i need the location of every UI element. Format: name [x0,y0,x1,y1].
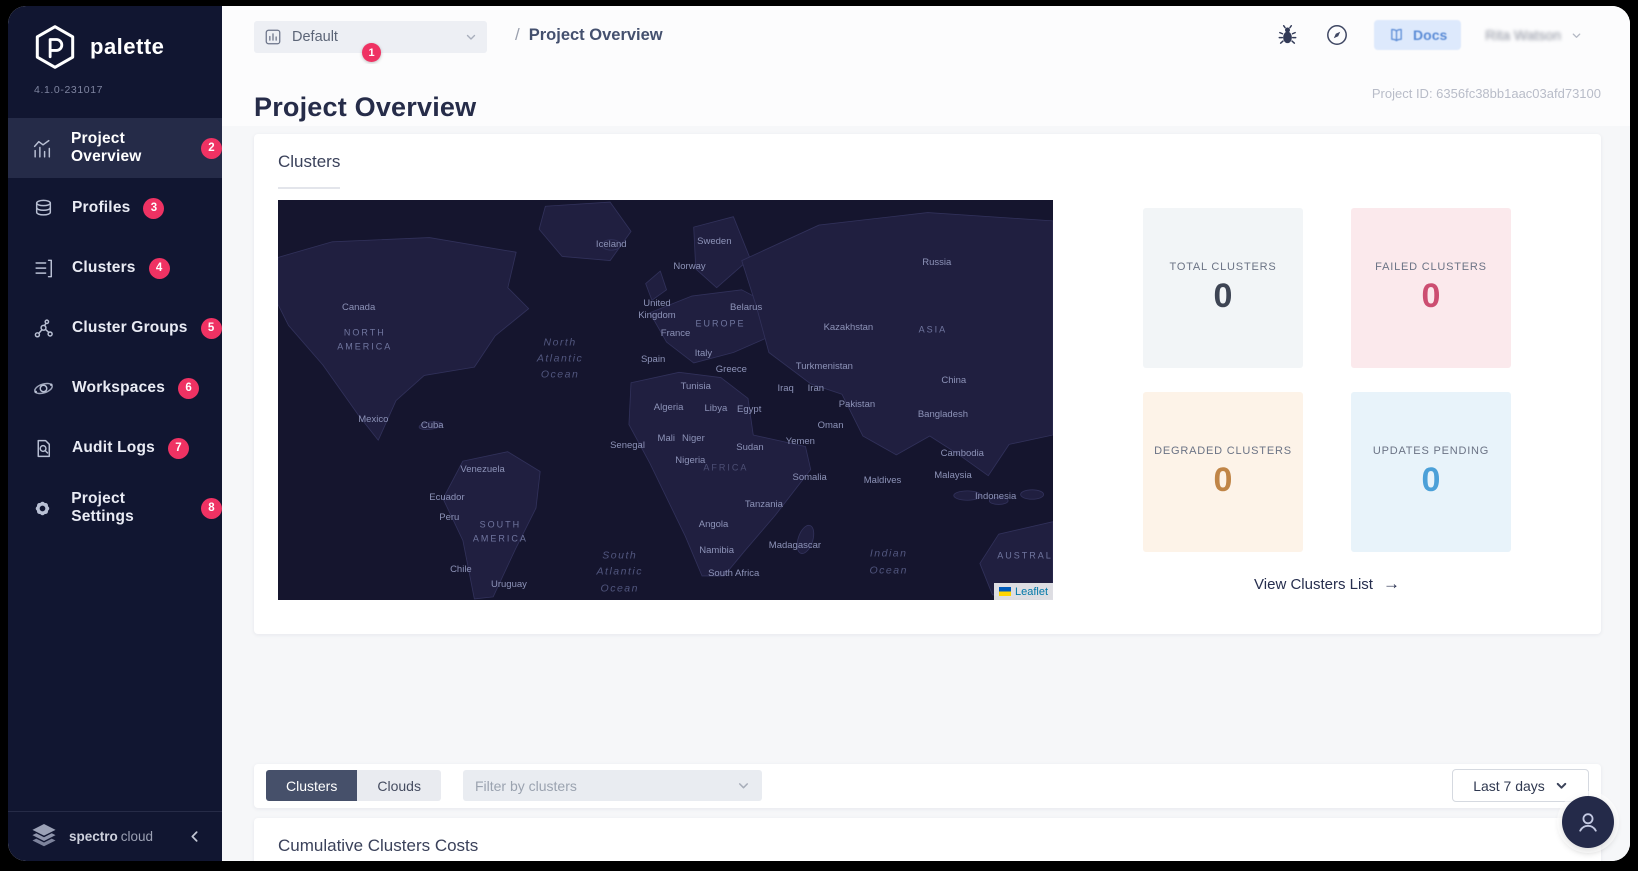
assistant-fab[interactable] [1562,796,1614,848]
count-badge: 2 [201,137,222,159]
sidebar-item-audit-logs[interactable]: Audit Logs 7 [8,418,222,478]
sidebar-collapse-button[interactable] [184,827,204,847]
view-tabs: Clusters Clouds [266,770,441,801]
cluster-stats-grid: TOTAL CLUSTERS 0 FAILED CLUSTERS 0 DEGRA… [1143,208,1511,552]
tab-clusters[interactable]: Clusters [266,770,358,801]
main-content: Default 1 / Project Overview Docs Rita W… [222,6,1630,861]
docs-button[interactable]: Docs [1374,20,1462,50]
stat-value: 0 [1213,276,1233,315]
world-map[interactable]: Iceland Sweden Norway Russia Canada United Ki… [278,200,1053,600]
sidebar-item-project-overview[interactable]: Project Overview 2 [8,118,222,178]
app-window: palette 4.1.0-231017 Project Overview 2 … [8,6,1630,861]
clusters-card: Clusters Iceland Sweden Norway Russia Ca… [254,134,1601,634]
world-map-svg [278,201,1053,600]
count-badge: 3 [143,197,165,219]
topbar: Default 1 / Project Overview Docs Rita W… [222,6,1630,65]
project-selector-value: Default [292,29,338,45]
report-bug-button[interactable] [1274,22,1300,48]
count-badge: 6 [178,377,200,399]
user-name: Rita Watson [1485,27,1561,43]
stat-value: 0 [1421,276,1441,315]
sidebar-menu: Project Overview 2 Profiles 3 Clusters 4… [8,118,222,538]
time-range-dropdown[interactable]: Last 7 days [1452,769,1589,802]
page-header: Project Overview Project ID: 6356fc38bb1… [222,64,1630,126]
book-icon [1391,28,1402,41]
chevron-down-icon [466,34,476,40]
sidebar-footer: spectro cloud [8,811,222,861]
page-title: Project Overview [254,92,477,123]
user-menu[interactable]: Rita Watson [1485,27,1582,43]
clusters-card-title: Clusters [278,152,341,171]
sidebar-item-cluster-groups[interactable]: Cluster Groups 5 [8,298,222,358]
project-id: Project ID: 6356fc38bb1aac03afd73100 [1371,86,1601,101]
project-selector-dropdown[interactable]: Default 1 [254,21,487,62]
cluster-filter-placeholder: Filter by clusters [474,777,577,794]
compass-icon [1327,25,1347,45]
stat-label: TOTAL CLUSTERS [1169,260,1277,273]
stat-label: UPDATES PENDING [1372,444,1490,457]
stat-value: 0 [1213,460,1233,499]
stat-card-total-clusters: TOTAL CLUSTERS 0 [1143,208,1303,368]
layers-icon [32,197,54,219]
cumulative-costs-card: Cumulative Clusters Costs COST $0.08 $0.… [254,818,1601,861]
palette-logo[interactable]: palette [8,6,222,70]
sidebar-item-clusters[interactable]: Clusters 4 [8,238,222,298]
sidebar-item-profiles[interactable]: Profiles 3 [8,178,222,238]
stat-label: FAILED CLUSTERS [1375,260,1487,273]
breadcrumb: / Project Overview [515,25,663,45]
stat-card-updates-pending: UPDATES PENDING 0 [1351,392,1511,552]
help-button[interactable] [1324,22,1350,48]
network-icon [32,317,54,339]
count-badge: 5 [200,317,222,339]
cluster-filter-dropdown[interactable]: Filter by clusters [462,770,762,801]
costs-card-title: Cumulative Clusters Costs [278,836,479,855]
chevron-left-icon [190,831,198,842]
server-icon [32,257,54,279]
view-clusters-list-link[interactable]: View Clusters List → [1143,574,1511,594]
sidebar: palette 4.1.0-231017 Project Overview 2 … [8,6,222,861]
arrow-right-icon: → [1382,574,1400,593]
gear-icon [32,497,53,519]
audit-icon [32,437,54,459]
app-name: palette [90,34,165,59]
leaflet-attribution[interactable]: Leaflet [993,583,1053,600]
sidebar-item-workspaces[interactable]: Workspaces 6 [8,358,222,418]
chevron-down-icon [738,783,749,789]
count-badge: 8 [201,497,222,519]
palette-logo-icon [35,25,75,69]
flag-icon [998,587,1011,596]
count-badge: 7 [167,437,189,459]
count-badge: 4 [148,257,170,279]
spectro-cloud-brand: spectro cloud [69,829,154,844]
content-scroll[interactable]: Clusters Iceland Sweden Norway Russia Ca… [222,126,1630,861]
stat-value: 0 [1421,460,1441,499]
project-selector-badge: 1 [362,43,381,62]
stat-card-degraded-clusters: DEGRADED CLUSTERS 0 [1143,392,1303,552]
stat-label: DEGRADED CLUSTERS [1154,444,1292,457]
bug-icon [1278,24,1296,44]
chevron-down-icon [1572,32,1581,38]
sidebar-item-project-settings[interactable]: Project Settings 8 [8,478,222,538]
project-icon [265,29,281,45]
tab-clouds[interactable]: Clouds [357,770,441,801]
breadcrumb-current[interactable]: Project Overview [529,26,663,45]
analytics-icon [32,137,53,159]
orbit-icon [32,377,54,399]
topbar-actions: Docs Rita Watson [1274,6,1582,64]
app-version: 4.1.0-231017 [34,84,104,96]
assistant-person-icon [1579,813,1597,832]
spectro-cloud-logo-icon [32,824,56,847]
filter-bar: Clusters Clouds Filter by clusters Last 7… [254,764,1601,808]
stat-card-failed-clusters: FAILED CLUSTERS 0 [1351,208,1511,368]
chevron-down-icon [1556,782,1567,789]
